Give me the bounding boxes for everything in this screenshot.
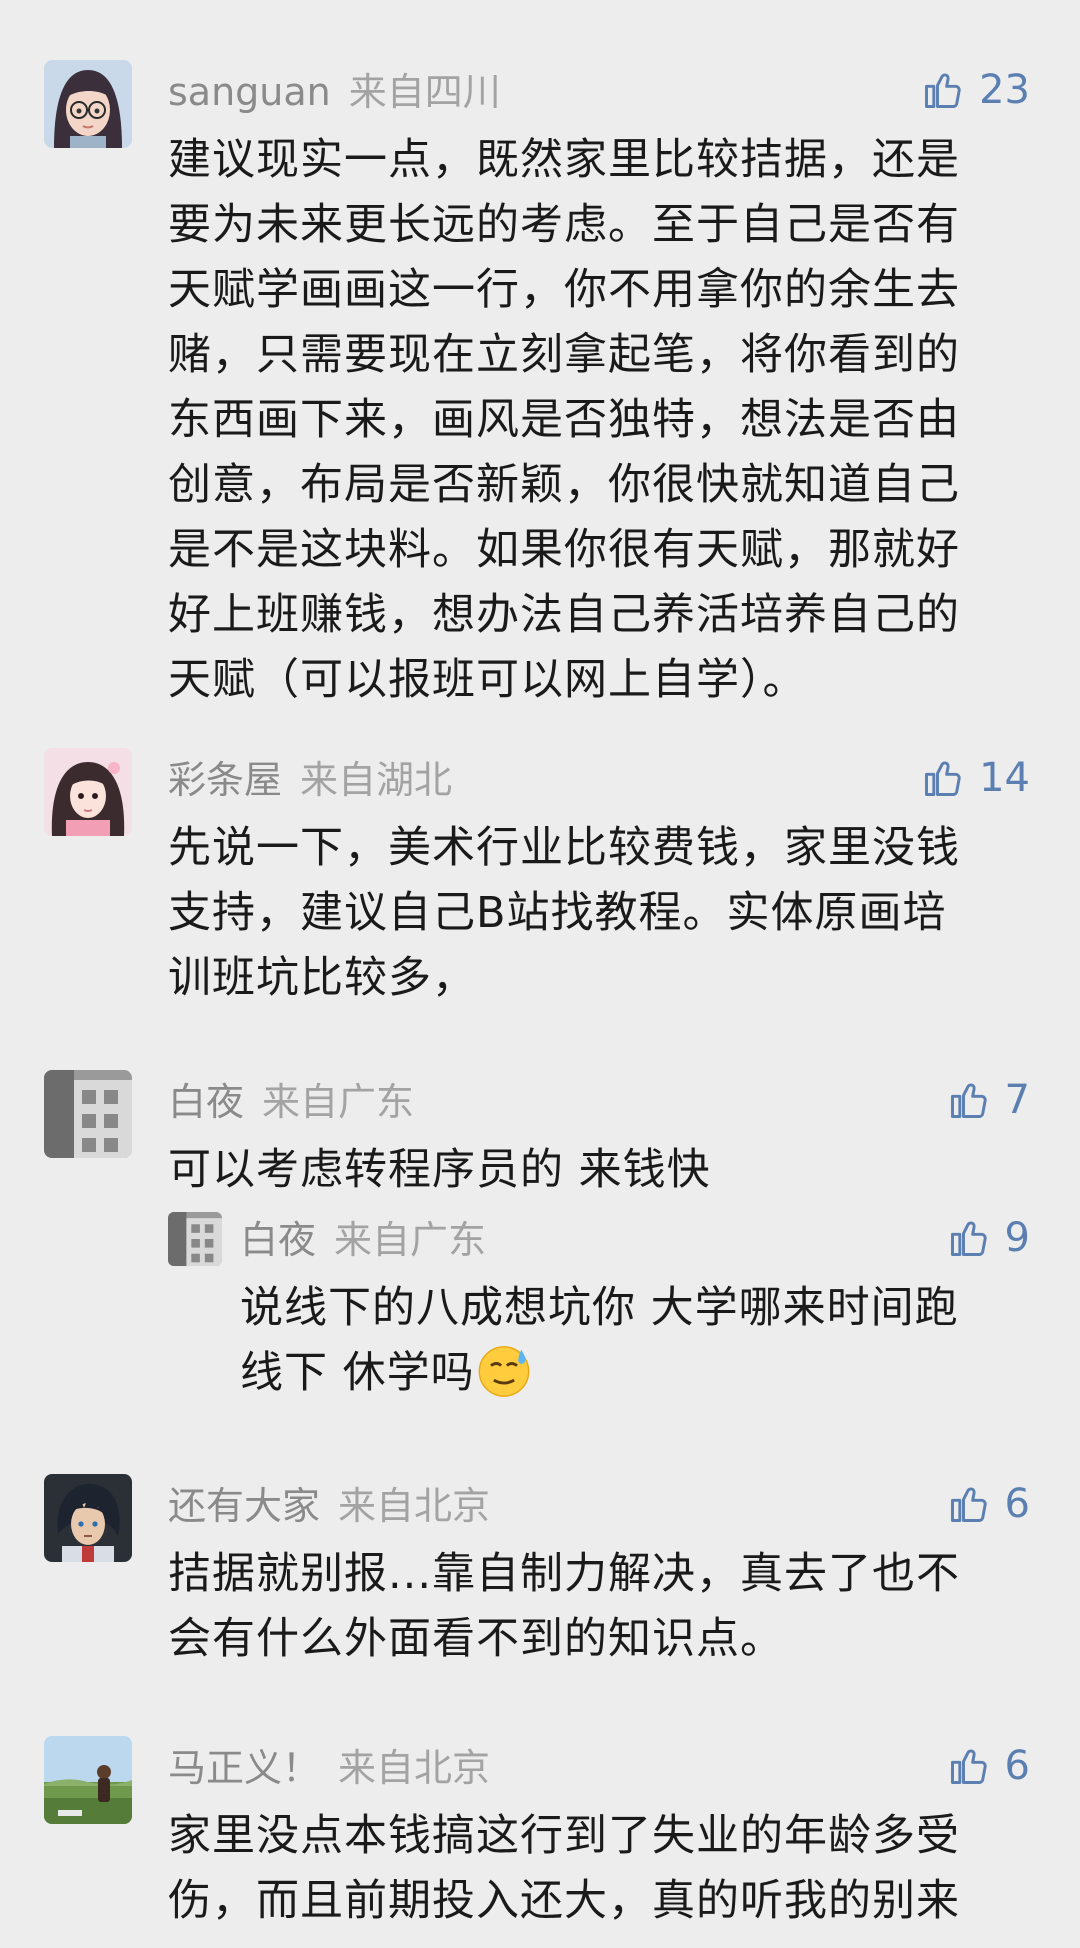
sweat-smile-emoji-icon bbox=[475, 1341, 533, 1399]
thumbs-up-icon bbox=[947, 1216, 991, 1260]
avatar[interactable] bbox=[168, 1212, 222, 1266]
like-count: 23 bbox=[979, 67, 1030, 113]
avatar[interactable] bbox=[44, 1736, 132, 1824]
comment-item: sanguan 来自四川 23 建议现实一点，既然家里比较拮据，还是 要为未来更长… bbox=[0, 60, 1080, 705]
thumbs-up-icon bbox=[947, 1482, 991, 1526]
like-button[interactable]: 9 bbox=[947, 1214, 1030, 1262]
reply-text-content: 说线下的八成想坑你 大学哪来时间跑 线下 休学吗 bbox=[240, 1283, 959, 1398]
location: 来自广东 bbox=[262, 1080, 415, 1124]
location: 来自北京 bbox=[338, 1746, 491, 1790]
nickname[interactable]: 马正义！ bbox=[168, 1746, 320, 1790]
location: 来自湖北 bbox=[300, 758, 453, 802]
like-button[interactable]: 6 bbox=[947, 1742, 1030, 1790]
avatar[interactable] bbox=[44, 1474, 132, 1562]
comment-text: 拮据就别报...靠自制力解决，真去了也不 会有什么外面看不到的知识点。 bbox=[168, 1549, 961, 1664]
like-button[interactable]: 14 bbox=[921, 754, 1030, 802]
anime-girl-avatar-icon bbox=[44, 748, 132, 836]
comment-text: 先说一下，美术行业比较费钱，家里没钱 支持，建议自己B站找教程。实体原画培 训班… bbox=[168, 823, 960, 1003]
landscape-photo-avatar-icon bbox=[44, 1736, 132, 1824]
comment-meta: 彩条屋 来自湖北 bbox=[168, 756, 452, 804]
woman-glasses-avatar-icon bbox=[44, 60, 132, 148]
location: 来自北京 bbox=[338, 1484, 491, 1528]
thumbs-up-icon bbox=[921, 756, 965, 800]
thumbs-up-icon bbox=[921, 68, 965, 112]
location: 来自四川 bbox=[348, 70, 501, 114]
thumbs-up-icon bbox=[947, 1078, 991, 1122]
nickname[interactable]: 彩条屋 bbox=[168, 758, 282, 802]
comment-meta: sanguan 来自四川 bbox=[168, 68, 501, 116]
comment-text: 建议现实一点，既然家里比较拮据，还是 要为未来更长远的考虑。至于自己是否有 天赋… bbox=[168, 135, 960, 705]
reply-item: 白夜 来自广东 9 说线下的八成想坑你 大学哪来时间跑 线下 休学吗 bbox=[0, 1212, 1080, 1402]
avatar[interactable] bbox=[44, 1070, 132, 1158]
reply-text: 说线下的八成想坑你 大学哪来时间跑 线下 休学吗 bbox=[240, 1276, 1020, 1406]
nickname[interactable]: 白夜 bbox=[168, 1080, 244, 1124]
building-photo-avatar-icon bbox=[44, 1070, 132, 1158]
comment-item: 白夜 来自广东 7 可以考虑转程序员的 来钱快 白夜 来自广东 9 说线下的八成… bbox=[0, 1070, 1080, 1410]
comment-meta: 白夜 来自广东 bbox=[240, 1216, 486, 1264]
like-button[interactable]: 7 bbox=[947, 1076, 1030, 1124]
avatar[interactable] bbox=[44, 60, 132, 148]
nickname[interactable]: sanguan bbox=[168, 70, 331, 114]
comment-item: 彩条屋 来自湖北 14 先说一下，美术行业比较费钱，家里没钱 支持，建议自己B站找… bbox=[0, 748, 1080, 1003]
building-photo-avatar-icon bbox=[168, 1212, 222, 1266]
comment-text: 可以考虑转程序员的 来钱快 bbox=[168, 1145, 711, 1195]
anime-boy-avatar-icon bbox=[44, 1474, 132, 1562]
location: 来自广东 bbox=[334, 1218, 487, 1262]
thumbs-up-icon bbox=[947, 1744, 991, 1788]
nickname[interactable]: 白夜 bbox=[240, 1218, 316, 1262]
like-button[interactable]: 23 bbox=[921, 66, 1030, 114]
comment-meta: 马正义！ 来自北京 bbox=[168, 1744, 490, 1792]
comment-meta: 还有大家 来自北京 bbox=[168, 1482, 490, 1530]
like-button[interactable]: 6 bbox=[947, 1480, 1030, 1528]
comment-item: 还有大家 来自北京 6 拮据就别报...靠自制力解决，真去了也不 会有什么外面看不… bbox=[0, 1474, 1080, 1674]
like-count: 6 bbox=[1004, 1481, 1030, 1527]
like-count: 6 bbox=[1004, 1743, 1030, 1789]
comment-item: 马正义！ 来自北京 6 家里没点本钱搞这行到了失业的年龄多受 伤，而且前期投入还大… bbox=[0, 1736, 1080, 1948]
nickname[interactable]: 还有大家 bbox=[168, 1484, 320, 1528]
like-count: 9 bbox=[1004, 1215, 1030, 1261]
avatar[interactable] bbox=[44, 748, 132, 836]
comment-text: 家里没点本钱搞这行到了失业的年龄多受 伤，而且前期投入还大，真的听我的别来 bbox=[168, 1811, 960, 1926]
comment-meta: 白夜 来自广东 bbox=[168, 1078, 414, 1126]
like-count: 14 bbox=[979, 755, 1030, 801]
like-count: 7 bbox=[1004, 1077, 1030, 1123]
